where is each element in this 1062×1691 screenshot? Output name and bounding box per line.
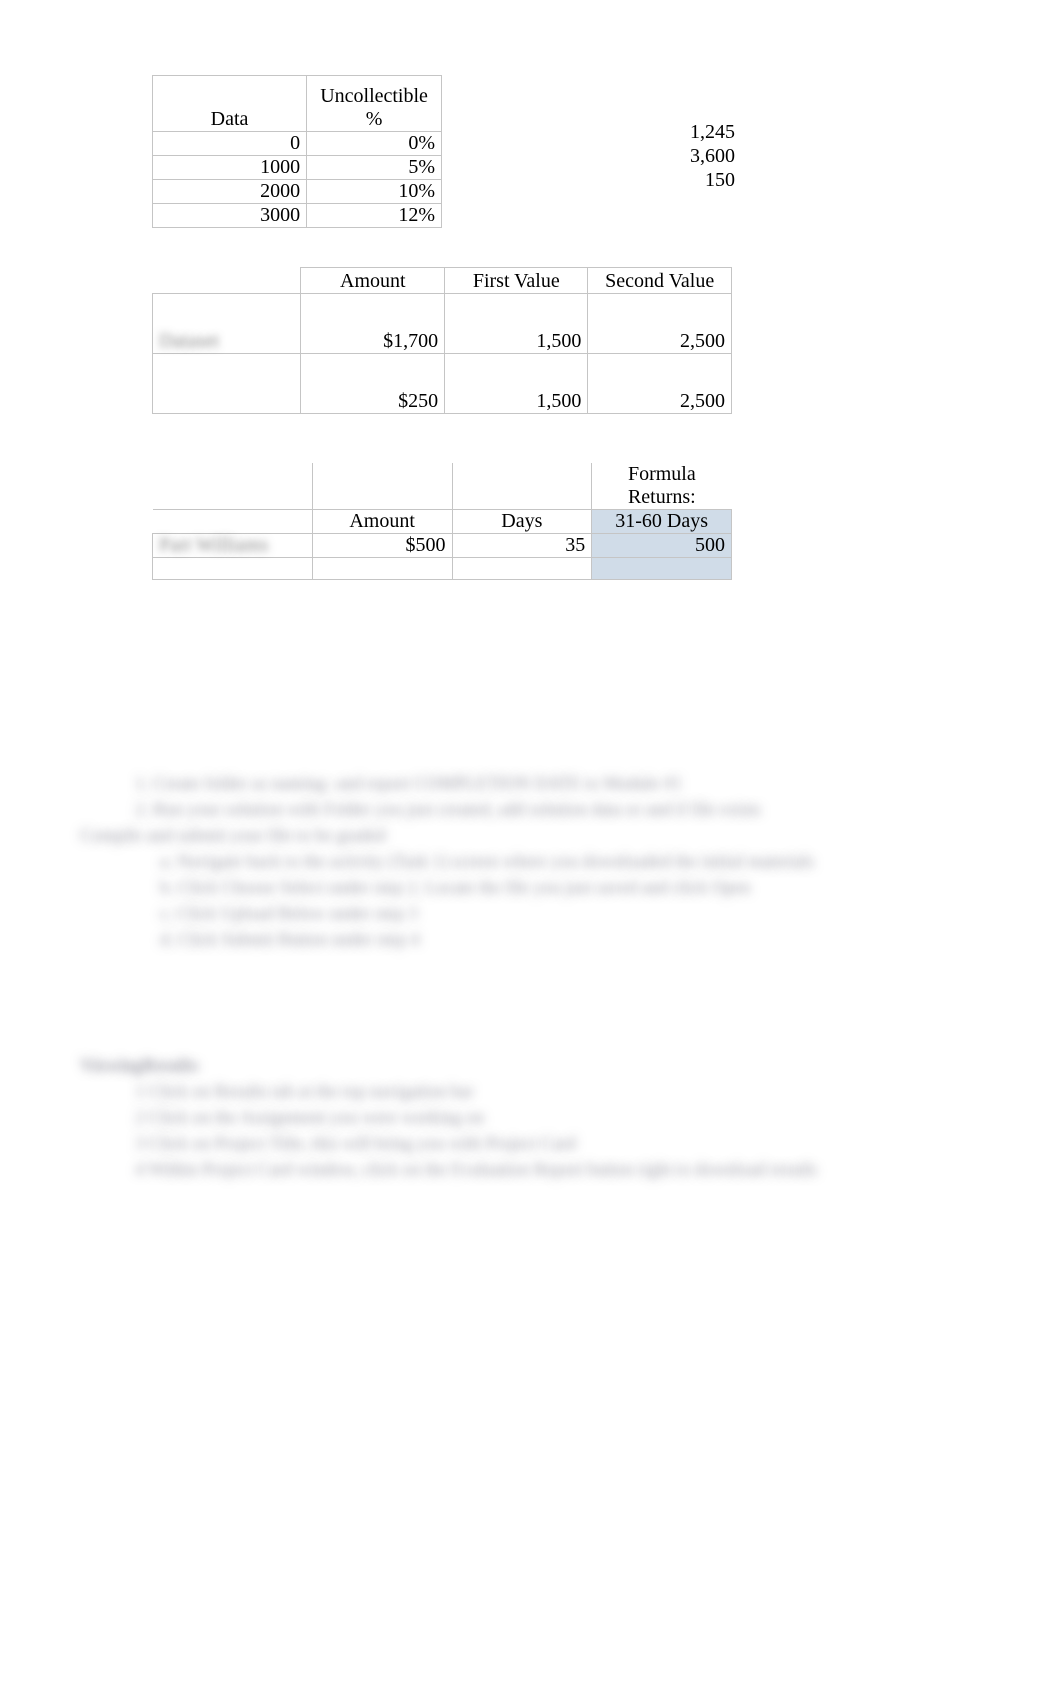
- empty-header: [153, 268, 301, 294]
- blurred-line: 1 Click on Results tab at the top naviga…: [80, 1078, 960, 1104]
- side-number-list: 1,245 3,600 150: [600, 120, 735, 192]
- blurred-line: 2. Run your solution with Folder you jus…: [80, 796, 960, 822]
- table3-header-range: 31-60 Days: [592, 510, 732, 534]
- cell-pct: 5%: [307, 156, 442, 180]
- cell-data: 1000: [153, 156, 307, 180]
- empty-cell: [153, 463, 313, 510]
- empty-header: [153, 510, 313, 534]
- table-row: Dataset $1,700 1,500 2,500: [153, 294, 732, 354]
- cell-data: 3000: [153, 204, 307, 228]
- row-label: Part Williams: [153, 534, 313, 558]
- empty-cell: [312, 463, 452, 510]
- row-label: [153, 354, 301, 414]
- table3-header-days: Days: [452, 510, 592, 534]
- cell-result: 500: [592, 534, 732, 558]
- cell-pct: 0%: [307, 132, 442, 156]
- cell-amount: $250: [301, 354, 445, 414]
- table-row: Part Williams $500 35 500: [153, 534, 732, 558]
- table-row: 3000 12%: [153, 204, 442, 228]
- table3-header-amount: Amount: [312, 510, 452, 534]
- blurred-line: b. Click Choose Select under step 2. Loc…: [80, 874, 960, 900]
- blurred-line: 1. Create folder as naming- and report C…: [80, 770, 960, 796]
- cell-result: [592, 558, 732, 580]
- cell-amount: [312, 558, 452, 580]
- formula-returns-table: Formula Returns: Amount Days 31-60 Days …: [152, 463, 732, 580]
- blurred-line: a. Navigate back to the activity (Task 1…: [80, 848, 960, 874]
- cell-amount: $1,700: [301, 294, 445, 354]
- formula-returns-label: Formula Returns:: [592, 463, 732, 510]
- blurred-line: d. Click Submit Button under step 4: [80, 926, 960, 952]
- empty-cell: [452, 463, 592, 510]
- blurred-line: 3 Click on Project Title, this will brin…: [80, 1130, 960, 1156]
- cell-pct: 12%: [307, 204, 442, 228]
- table2-header-amount: Amount: [301, 268, 445, 294]
- cell-amount: $500: [312, 534, 452, 558]
- cell-second: 2,500: [588, 354, 732, 414]
- table1-header-uncollectible: Uncollectible %: [307, 76, 442, 132]
- cell-data: 2000: [153, 180, 307, 204]
- blurred-line: 2 Click on the Assignment you were worki…: [80, 1104, 960, 1130]
- amount-values-table: Amount First Value Second Value Dataset …: [152, 267, 732, 414]
- blurred-line: Compile and submit your file to be grade…: [80, 822, 960, 848]
- table-row: 1000 5%: [153, 156, 442, 180]
- table2-header-second: Second Value: [588, 268, 732, 294]
- cell-pct: 10%: [307, 180, 442, 204]
- blurred-heading: ViewingResults: [80, 1052, 960, 1078]
- row-label: [153, 558, 313, 580]
- table2-header-first: First Value: [445, 268, 588, 294]
- table-row: [153, 558, 732, 580]
- blurred-line: 4 Within Project Card window, click on t…: [80, 1156, 960, 1182]
- cell-data: 0: [153, 132, 307, 156]
- table1-header-data: Data: [153, 76, 307, 132]
- cell-second: 2,500: [588, 294, 732, 354]
- side-number: 1,245: [600, 120, 735, 144]
- cell-days: 35: [452, 534, 592, 558]
- cell-first: 1,500: [445, 294, 588, 354]
- side-number: 150: [600, 168, 735, 192]
- blurred-line: c. Click Upload Below under step 3: [80, 900, 960, 926]
- row-label: Dataset: [153, 294, 301, 354]
- table-row: $250 1,500 2,500: [153, 354, 732, 414]
- table-row: 2000 10%: [153, 180, 442, 204]
- instructions-blurred: 1. Create folder as naming- and report C…: [80, 770, 960, 1182]
- data-uncollectible-table: Data Uncollectible % 0 0% 1000 5% 2000 1…: [152, 75, 442, 228]
- table-row: 0 0%: [153, 132, 442, 156]
- cell-first: 1,500: [445, 354, 588, 414]
- side-number: 3,600: [600, 144, 735, 168]
- cell-days: [452, 558, 592, 580]
